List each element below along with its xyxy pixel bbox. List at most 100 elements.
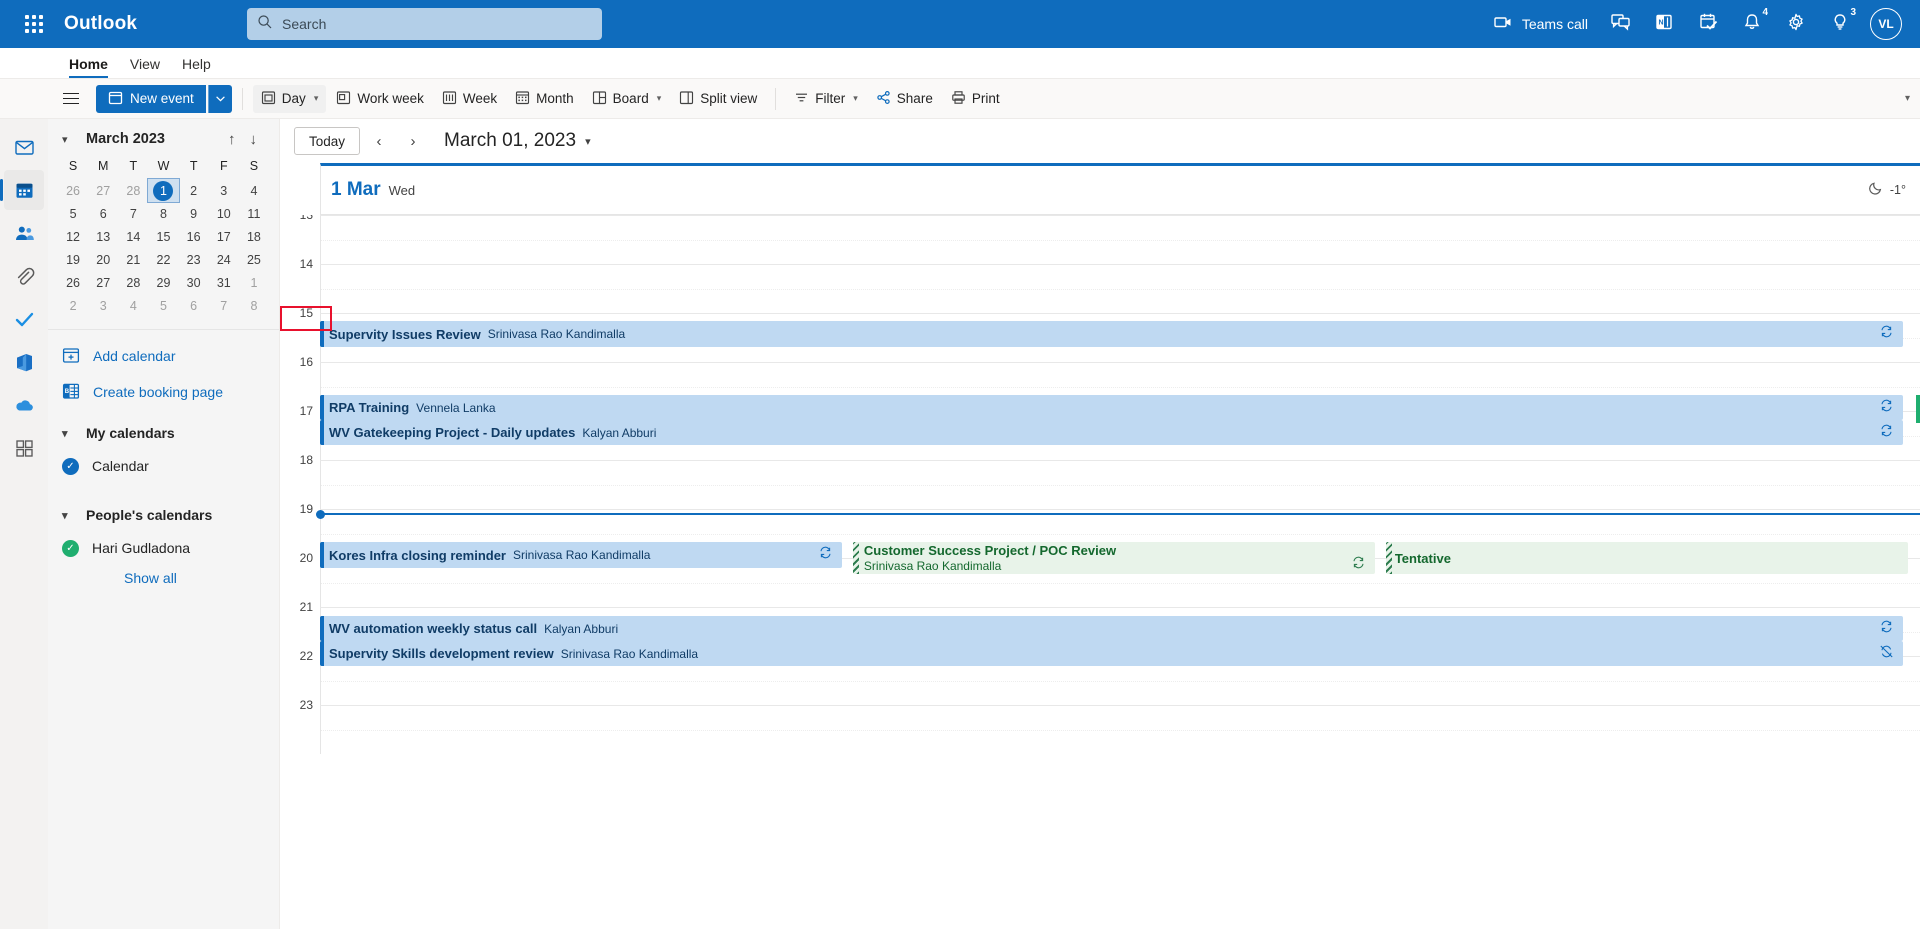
mini-calendar-day[interactable]: 14 <box>118 225 148 248</box>
calendar-event[interactable]: Tentative <box>1385 542 1909 574</box>
show-all-calendars-link[interactable]: Show all <box>48 564 279 586</box>
mini-calendar-collapse-chevron-icon[interactable]: ▾ <box>62 133 76 146</box>
mini-calendar-day[interactable]: 7 <box>118 202 148 225</box>
settings-button[interactable] <box>1776 4 1816 44</box>
mini-calendar-day[interactable]: 30 <box>179 271 209 294</box>
tips-button[interactable]: 3 <box>1820 4 1860 44</box>
rail-item-todo[interactable] <box>4 299 44 339</box>
view-month-button[interactable]: Month <box>507 85 582 113</box>
view-week-button[interactable]: Week <box>434 85 505 113</box>
today-button[interactable]: Today <box>294 127 361 155</box>
peoples-calendars-collapse-chevron-icon[interactable]: ▾ <box>62 509 76 522</box>
mini-calendar-day[interactable]: 6 <box>88 202 118 225</box>
calendar-item-hari-gudladona[interactable]: ✓ Hari Gudladona <box>48 532 279 564</box>
rail-item-files[interactable] <box>4 256 44 296</box>
calendar-event[interactable]: Supervity Issues Review Srinivasa Rao Kan… <box>320 321 1903 347</box>
calendar-grid-scroll[interactable]: 13 14 15 16 17 18 19 20 21 22 23 Supervity Issues R… <box>280 215 1920 929</box>
calendar-event[interactable]: WV automation weekly status call Kalyan A… <box>320 616 1903 641</box>
mini-calendar-day[interactable]: 13 <box>88 225 118 248</box>
mini-calendar-day[interactable]: 1 <box>147 178 180 203</box>
weather-indicator[interactable]: -1° <box>1868 180 1920 200</box>
rail-item-calendar[interactable] <box>0 170 44 210</box>
add-calendar-button[interactable]: Add calendar <box>48 338 279 374</box>
chevron-down-icon[interactable]: ▾ <box>853 93 858 104</box>
chevron-down-icon[interactable]: ▾ <box>657 93 662 104</box>
tab-help[interactable]: Help <box>171 56 222 78</box>
chevron-down-icon[interactable]: ▾ <box>585 135 591 148</box>
offscreen-event-edge-marker[interactable] <box>1916 395 1920 423</box>
mini-calendar-day[interactable]: 5 <box>148 294 178 317</box>
mini-calendar-day[interactable]: 27 <box>88 271 118 294</box>
mini-calendar-day[interactable]: 20 <box>88 248 118 271</box>
mini-calendar-day[interactable]: 10 <box>209 202 239 225</box>
mini-calendar-next-month-icon[interactable]: ↓ <box>250 132 258 147</box>
mini-calendar-day[interactable]: 23 <box>179 248 209 271</box>
mini-calendar-day[interactable]: 2 <box>179 179 209 202</box>
onenote-button[interactable]: N <box>1644 4 1684 44</box>
app-launcher-waffle-icon[interactable] <box>12 2 56 46</box>
mini-calendar-day[interactable]: 22 <box>148 248 178 271</box>
calendar-hour-cell[interactable] <box>320 460 1920 509</box>
mini-calendar-day[interactable]: 29 <box>148 271 178 294</box>
mini-calendar-title[interactable]: March 2023 <box>86 131 165 147</box>
mini-calendar-day[interactable]: 21 <box>118 248 148 271</box>
view-day-button[interactable]: Day ▾ <box>252 84 327 113</box>
mini-calendar-prev-month-icon[interactable]: ↑ <box>228 132 236 147</box>
peoples-calendars-section-header[interactable]: ▾ People's calendars <box>48 498 279 532</box>
view-board-button[interactable]: Board ▾ <box>584 85 670 113</box>
mini-calendar-day[interactable]: 26 <box>58 179 88 202</box>
my-calendars-collapse-chevron-icon[interactable]: ▾ <box>62 427 76 440</box>
new-event-button[interactable]: New event <box>96 84 206 113</box>
calendar-hour-cell[interactable] <box>320 264 1920 313</box>
mini-calendar-day[interactable]: 5 <box>58 202 88 225</box>
ribbon-collapse-chevron-icon[interactable]: ▾ <box>1905 93 1910 104</box>
mini-calendar-day[interactable]: 25 <box>239 248 269 271</box>
mini-calendar-day[interactable]: 7 <box>209 294 239 317</box>
mini-calendar-day[interactable]: 27 <box>88 179 118 202</box>
my-day-button[interactable] <box>1688 4 1728 44</box>
calendar-checkbox-icon[interactable]: ✓ <box>62 457 79 475</box>
mini-calendar-day[interactable]: 4 <box>239 179 269 202</box>
calendar-event[interactable]: WV Gatekeeping Project - Daily updates Ka… <box>320 420 1903 445</box>
rail-item-apps[interactable] <box>4 428 44 468</box>
mini-calendar-day[interactable]: 15 <box>148 225 178 248</box>
mini-calendar-day[interactable]: 3 <box>209 179 239 202</box>
teams-call-button[interactable]: Teams call <box>1485 4 1596 44</box>
calendar-event[interactable]: Kores Infra closing reminder Srinivasa Ra… <box>320 542 843 568</box>
tab-home[interactable]: Home <box>58 56 119 78</box>
avatar[interactable]: VL <box>1870 8 1902 40</box>
mini-calendar-day[interactable]: 8 <box>148 202 178 225</box>
create-booking-page-button[interactable]: B Create booking page <box>48 374 279 410</box>
notifications-button[interactable]: 4 <box>1732 4 1772 44</box>
search-box[interactable]: Search <box>247 8 602 40</box>
share-button[interactable]: Share <box>868 85 941 113</box>
rail-item-people[interactable] <box>4 213 44 253</box>
mini-calendar-day[interactable]: 8 <box>239 294 269 317</box>
mini-calendar-day[interactable]: 28 <box>118 271 148 294</box>
calendar-hour-cell[interactable] <box>320 215 1920 264</box>
calendar-checkbox-icon[interactable]: ✓ <box>62 539 79 557</box>
mini-calendar-day[interactable]: 31 <box>209 271 239 294</box>
mini-calendar-day[interactable]: 16 <box>179 225 209 248</box>
my-calendars-section-header[interactable]: ▾ My calendars <box>48 416 279 450</box>
chat-button[interactable] <box>1600 4 1640 44</box>
calendar-event[interactable]: RPA Training Vennela Lanka <box>320 395 1903 420</box>
mini-calendar-day[interactable]: 19 <box>58 248 88 271</box>
view-split-button[interactable]: Split view <box>671 85 765 113</box>
mini-calendar-day[interactable]: 26 <box>58 271 88 294</box>
mini-calendar-day[interactable]: 24 <box>209 248 239 271</box>
calendar-event[interactable]: Supervity Skills development review Srini… <box>320 641 1903 666</box>
tab-view[interactable]: View <box>119 56 171 78</box>
mini-calendar-day[interactable]: 12 <box>58 225 88 248</box>
mini-calendar-day[interactable]: 18 <box>239 225 269 248</box>
mini-calendar-day[interactable]: 6 <box>179 294 209 317</box>
mini-calendar-day[interactable]: 11 <box>239 202 269 225</box>
mini-calendar-day[interactable]: 9 <box>179 202 209 225</box>
chevron-down-icon[interactable]: ▾ <box>314 93 319 104</box>
rail-item-mail[interactable] <box>4 127 44 167</box>
current-date-picker[interactable]: March 01, 2023 ▾ <box>444 130 591 152</box>
calendar-item-calendar[interactable]: ✓ Calendar <box>48 450 279 482</box>
app-brand-outlook[interactable]: Outlook <box>64 13 137 35</box>
mini-calendar-day[interactable]: 28 <box>118 179 148 202</box>
view-work-week-button[interactable]: Work week <box>328 85 432 113</box>
